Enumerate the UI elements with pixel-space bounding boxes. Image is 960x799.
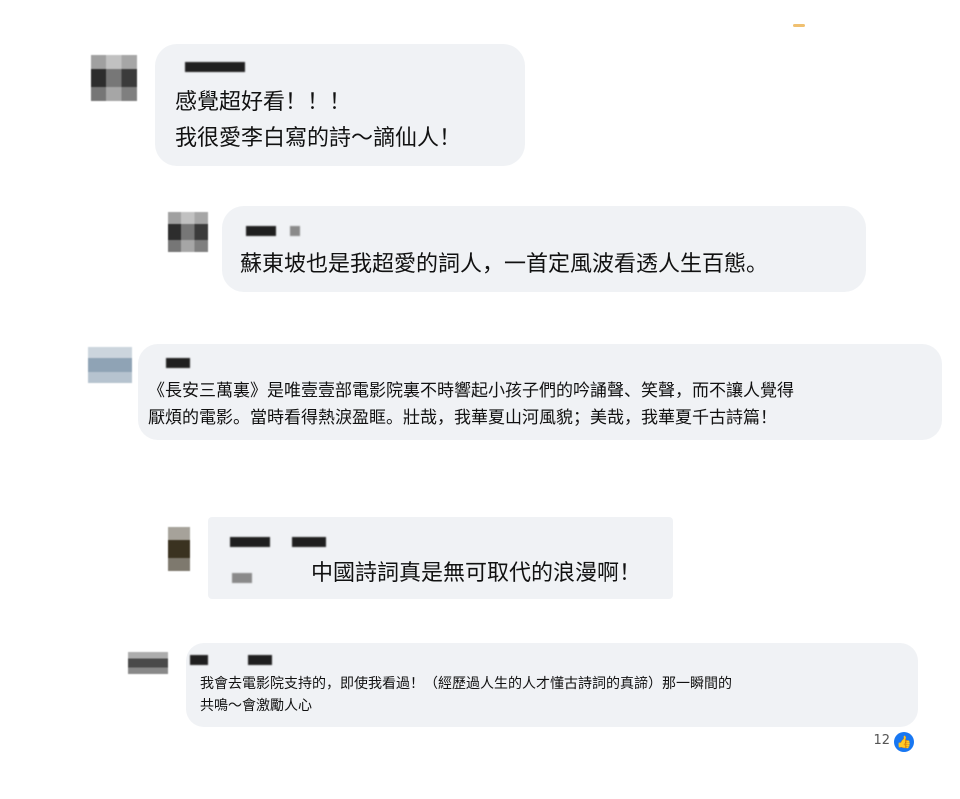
comment-text-line: 蘇東坡也是我超愛的詞人，一首定風波看透人生百態。: [240, 252, 769, 277]
comment-bubble: 中國詩詞真是無可取代的浪漫啊！: [208, 517, 673, 599]
comment-text-line: 《長安三萬裏》是唯壹壹部電影院裏不時響起小孩子們的吟誦聲、笑聲，而不讓人覺得: [148, 381, 794, 401]
decorative-mark: [793, 24, 805, 27]
blurred-username[interactable]: [185, 62, 245, 72]
blurred-username[interactable]: [230, 537, 270, 547]
blurred-username[interactable]: [190, 655, 208, 665]
comment-text-line: 感覺超好看！！！: [175, 90, 352, 115]
comment-bubble: 感覺超好看！！！ 我很愛李白寫的詩～謫仙人！: [155, 44, 525, 166]
avatar[interactable]: [88, 347, 132, 383]
comment-thread: 感覺超好看！！！ 我很愛李白寫的詩～謫仙人！ 蘇東坡也是我超愛的詞人，一首定風波…: [0, 0, 960, 799]
comment-text-line: 我會去電影院支持的，即使我看過！（經歷過人生的人才懂古詩詞的真諦）那一瞬間的: [200, 676, 732, 692]
blurred-username[interactable]: [166, 358, 190, 368]
blurred-username: [248, 655, 272, 665]
blurred-username: [232, 573, 252, 583]
comment-bubble: 《長安三萬裏》是唯壹壹部電影院裏不時響起小孩子們的吟誦聲、笑聲，而不讓人覺得 厭…: [138, 344, 942, 440]
comment-text-line: 我很愛李白寫的詩～謫仙人！: [175, 126, 462, 151]
reaction-count[interactable]: 12: [873, 733, 890, 748]
comment-text-line: 共鳴～會激勵人心: [200, 698, 312, 714]
avatar[interactable]: [168, 212, 208, 252]
comment-bubble: 蘇東坡也是我超愛的詞人，一首定風波看透人生百態。: [222, 206, 866, 292]
comment-bubble: 我會去電影院支持的，即使我看過！（經歷過人生的人才懂古詩詞的真諦）那一瞬間的 共…: [186, 643, 918, 727]
avatar[interactable]: [168, 527, 190, 571]
comment-text-line: 厭煩的電影。當時看得熱淚盈眶。壯哉，我華夏山河風貌；美哉，我華夏千古詩篇！: [148, 408, 777, 428]
comment-text-line: 中國詩詞真是無可取代的浪漫啊！: [311, 561, 642, 586]
blurred-username[interactable]: [246, 226, 276, 236]
blurred-username: [292, 537, 326, 547]
blurred-username: [290, 226, 300, 236]
avatar[interactable]: [128, 652, 168, 674]
avatar[interactable]: [91, 55, 137, 101]
like-icon[interactable]: 👍: [894, 732, 914, 752]
